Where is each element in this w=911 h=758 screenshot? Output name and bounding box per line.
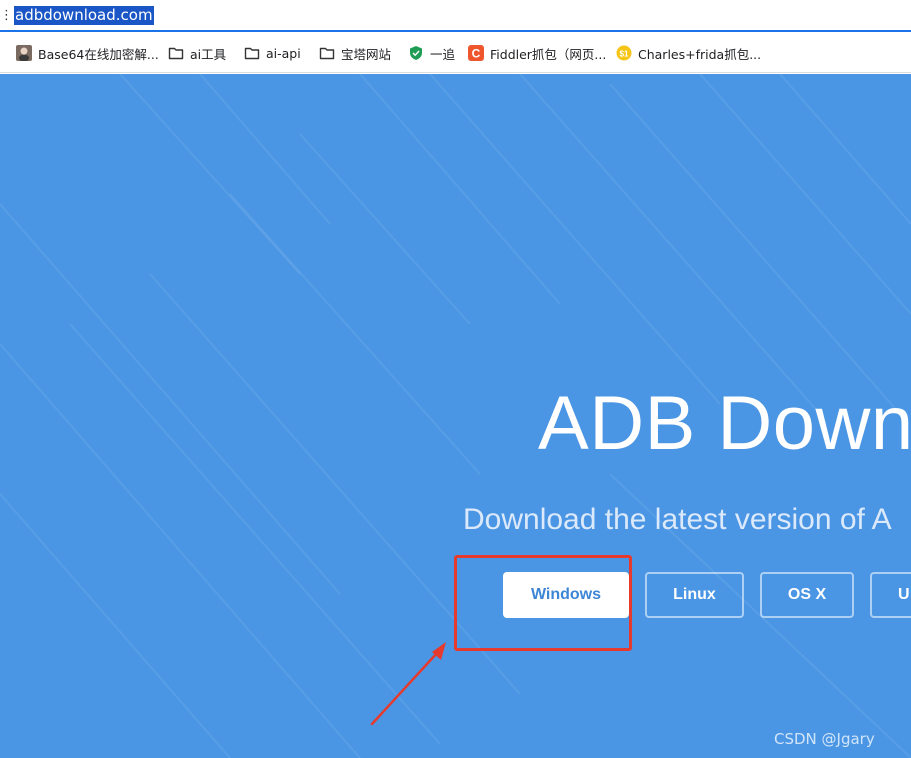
bookmark-charles[interactable]: $1 Charles+frida抓包...	[616, 33, 761, 73]
bookmark-label: Charles+frida抓包...	[638, 46, 762, 62]
url-input[interactable]: adbdownload.com	[14, 6, 154, 25]
folder-icon	[319, 45, 335, 61]
bookmarks-bar: Base64在线加密解... ai工具 ai-api 宝塔网站 一追 C Fid…	[0, 33, 911, 73]
svg-text:C: C	[472, 47, 481, 61]
bookmark-ai-tools[interactable]: ai工具	[168, 33, 226, 73]
bookmark-label: Base64在线加密解...	[38, 46, 159, 62]
avatar-icon	[16, 45, 32, 61]
coin-icon: $1	[616, 45, 632, 61]
watermark: CSDN @Jgary	[774, 730, 875, 748]
bookmark-label: 一追	[430, 46, 456, 62]
bookmark-label: 宝塔网站	[341, 46, 392, 62]
bookmark-base64[interactable]: Base64在线加密解...	[16, 33, 159, 73]
green-shield-icon	[408, 45, 424, 61]
bookmark-label: ai-api	[266, 45, 301, 61]
red-arrow-icon	[370, 642, 446, 726]
folder-icon	[244, 45, 260, 61]
folder-icon	[168, 45, 184, 61]
c-logo-icon: C	[468, 45, 484, 61]
svg-text:$1: $1	[620, 50, 629, 59]
bookmark-ai-api[interactable]: ai-api	[244, 33, 301, 73]
bookmark-yizhui[interactable]: 一追	[408, 33, 455, 73]
hero-section: ADB Down Download the latest version of …	[0, 74, 911, 758]
bookmark-label: Fiddler抓包（网页...	[490, 46, 607, 62]
bookmark-fiddler[interactable]: C Fiddler抓包（网页...	[468, 33, 606, 73]
address-bar[interactable]: ⋮ adbdownload.com	[0, 0, 911, 32]
site-info-icon[interactable]: ⋮	[0, 8, 13, 23]
bookmark-label: ai工具	[190, 46, 227, 62]
bookmark-baota[interactable]: 宝塔网站	[319, 33, 391, 73]
